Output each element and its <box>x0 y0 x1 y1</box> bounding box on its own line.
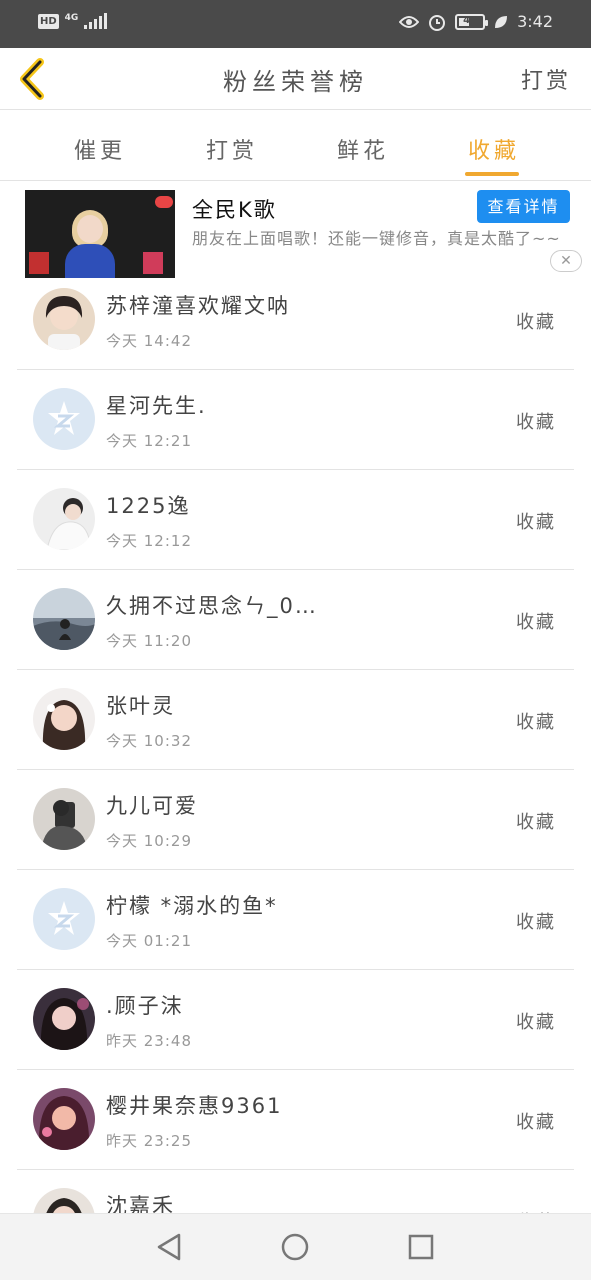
title-bar: 粉丝荣誉榜 打赏 <box>0 48 591 110</box>
tab-favorites[interactable]: 收藏 <box>468 133 520 165</box>
status-bar: HD 4G 41 3:42 <box>0 0 591 48</box>
battery-level: 41 <box>463 14 478 26</box>
favorite-label: 收藏 <box>516 412 556 433</box>
clock: 3:42 <box>517 12 553 31</box>
tab-flowers[interactable]: 鲜花 <box>337 133 389 165</box>
recents-square-icon[interactable] <box>406 1232 436 1262</box>
eye-icon <box>399 15 420 28</box>
favorite-label: 收藏 <box>516 512 556 533</box>
ad-description: 朋友在上面唱歌！还能一键修音，真是太酷了~~ <box>192 229 561 248</box>
list-item[interactable]: 张叶灵 今天 10:32 收藏 <box>0 670 591 770</box>
avatar <box>33 488 95 550</box>
avatar <box>33 1188 95 1213</box>
list-item[interactable]: 久拥不过思念ㄣ_0… 今天 11:20 收藏 <box>0 570 591 670</box>
default-avatar-icon <box>48 901 80 935</box>
timestamp: 今天 14:42 <box>106 332 192 350</box>
ad-view-details-button[interactable]: 查看详情 <box>477 190 570 223</box>
timestamp: 今天 01:21 <box>106 932 192 950</box>
user-name: 1225逸 <box>106 494 191 518</box>
timestamp: 昨天 23:48 <box>106 1032 192 1050</box>
list-item[interactable]: 苏梓潼喜欢耀文呐 今天 14:42 收藏 <box>0 270 591 370</box>
tab-bar: 催更 打赏 鲜花 收藏 <box>0 111 591 181</box>
favorite-label: 收藏 <box>516 1012 556 1033</box>
user-name: 久拥不过思念ㄣ_0… <box>106 594 318 618</box>
back-triangle-icon[interactable] <box>155 1232 185 1262</box>
ad-title: 全民K歌 <box>192 198 277 222</box>
avatar <box>33 788 95 850</box>
avatar <box>33 588 95 650</box>
user-name: 九儿可爱 <box>106 794 198 818</box>
page-title: 粉丝荣誉榜 <box>223 68 368 96</box>
user-name: .顾子沫 <box>106 994 184 1018</box>
user-name: 张叶灵 <box>106 694 175 718</box>
favorite-label: 收藏 <box>516 612 556 633</box>
avatar <box>33 288 95 350</box>
user-name: 星河先生. <box>106 394 207 418</box>
avatar <box>33 888 95 950</box>
status-bar-left: HD 4G <box>38 13 108 29</box>
network-type: 4G <box>64 13 79 23</box>
reward-button[interactable]: 打赏 <box>521 63 571 95</box>
tab-urge[interactable]: 催更 <box>74 133 126 165</box>
favorite-label: 收藏 <box>516 812 556 833</box>
favorite-label: 收藏 <box>516 1112 556 1133</box>
close-icon[interactable]: ✕ <box>550 250 582 272</box>
avatar <box>33 988 95 1050</box>
user-name: 柠檬 *溺水的鱼* <box>106 894 278 918</box>
status-bar-right: 41 3:42 <box>399 12 553 31</box>
list-item[interactable]: 九儿可爱 今天 10:29 收藏 <box>0 770 591 870</box>
ad-thumbnail <box>25 190 175 278</box>
timestamp: 今天 10:32 <box>106 732 192 750</box>
favorite-label: 收藏 <box>516 312 556 333</box>
home-circle-icon[interactable] <box>280 1232 310 1262</box>
ad-banner[interactable]: 全民K歌 朋友在上面唱歌！还能一键修音，真是太酷了~~ 查看详情 <box>0 182 591 278</box>
system-nav-bar <box>0 1213 591 1280</box>
default-avatar-icon <box>48 401 80 435</box>
timestamp: 今天 11:20 <box>106 632 192 650</box>
alarm-icon <box>429 14 446 31</box>
timestamp: 今天 12:21 <box>106 432 192 450</box>
list-item[interactable]: 沈嘉禾 收藏 <box>0 1170 591 1213</box>
user-name: 苏梓潼喜欢耀文呐 <box>106 294 290 318</box>
active-tab-indicator <box>465 172 519 176</box>
user-name: 沈嘉禾 <box>106 1194 175 1213</box>
leaf-icon <box>495 15 508 28</box>
user-name: 樱井果奈惠9361 <box>106 1094 283 1118</box>
avatar <box>33 1088 95 1150</box>
list-item[interactable]: 星河先生. 今天 12:21 收藏 <box>0 370 591 470</box>
timestamp: 今天 12:12 <box>106 532 192 550</box>
signal-icon <box>84 13 108 29</box>
timestamp: 昨天 23:25 <box>106 1132 192 1150</box>
tab-reward[interactable]: 打赏 <box>206 133 258 165</box>
list-item[interactable]: 樱井果奈惠9361 昨天 23:25 收藏 <box>0 1070 591 1170</box>
list-item[interactable]: 柠檬 *溺水的鱼* 今天 01:21 收藏 <box>0 870 591 970</box>
hd-badge: HD <box>38 13 59 29</box>
avatar <box>33 688 95 750</box>
favorite-label: 收藏 <box>516 912 556 933</box>
battery-icon: 41 <box>455 13 489 30</box>
favorites-list: 苏梓潼喜欢耀文呐 今天 14:42 收藏 星河先生. 今天 12:21 收藏 1… <box>0 270 591 1213</box>
list-item[interactable]: 1225逸 今天 12:12 收藏 <box>0 470 591 570</box>
list-item[interactable]: .顾子沫 昨天 23:48 收藏 <box>0 970 591 1070</box>
favorite-label: 收藏 <box>516 712 556 733</box>
timestamp: 今天 10:29 <box>106 832 192 850</box>
avatar <box>33 388 95 450</box>
